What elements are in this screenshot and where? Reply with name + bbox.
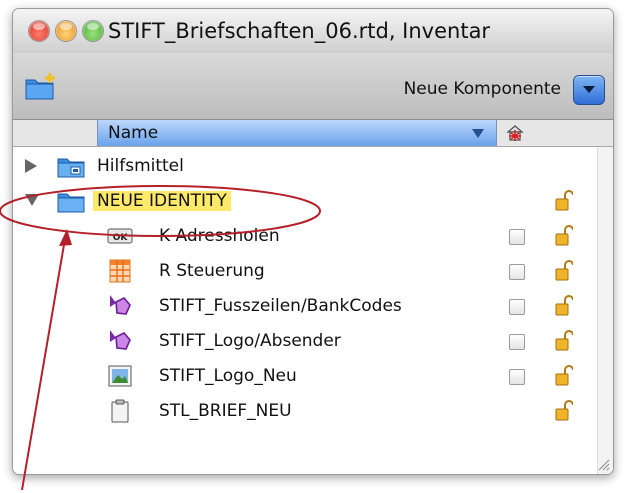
item-label: STIFT_Logo_Neu (159, 366, 297, 386)
minimize-button[interactable] (56, 21, 76, 41)
item-label: Hilfsmittel (97, 156, 184, 176)
toolbar: Neue Komponente (13, 53, 613, 120)
checkbox[interactable] (509, 229, 525, 245)
list-item[interactable]: STIFT_Fusszeilen/BankCodes (13, 289, 613, 324)
column-header: Name (13, 120, 613, 147)
zoom-button[interactable] (83, 21, 103, 41)
inventory-window: STIFT_Briefschaften_06.rtd, Inventar Neu… (12, 8, 614, 475)
sort-descending-icon (472, 129, 484, 138)
unlocked-padlock-icon[interactable] (555, 260, 573, 282)
window-title: STIFT_Briefschaften_06.rtd, Inventar (108, 19, 491, 43)
name-column-label: Name (108, 123, 159, 143)
shape-component-icon (110, 330, 131, 350)
shape-component-icon (110, 295, 131, 315)
new-component-label: Neue Komponente (403, 79, 561, 99)
title-bar[interactable]: STIFT_Briefschaften_06.rtd, Inventar (13, 9, 613, 53)
image-picture-icon (108, 365, 132, 387)
new-folder-button[interactable] (25, 73, 57, 101)
inventory-list: Hilfsmittel NEUE IDENTITY OK K Adresshol… (13, 147, 613, 474)
unlocked-padlock-icon[interactable] (555, 295, 573, 317)
name-column-header[interactable]: Name (97, 120, 497, 146)
checkbox[interactable] (509, 264, 525, 280)
item-label: K Adressholen (159, 226, 280, 246)
close-button[interactable] (29, 21, 49, 41)
disclosure-expanded-icon[interactable] (25, 194, 39, 206)
list-item[interactable]: STIFT_Logo_Neu (13, 359, 613, 394)
unlocked-padlock-icon[interactable] (555, 225, 573, 247)
table-grid-icon (109, 259, 131, 283)
chevron-down-icon (583, 86, 595, 93)
checkbox[interactable] (509, 369, 525, 385)
item-label: STIFT_Fusszeilen/BankCodes (159, 296, 402, 316)
item-label: STL_BRIEF_NEU (159, 401, 292, 421)
ok-badge-text: OK (113, 233, 129, 243)
list-item[interactable]: Hilfsmittel (13, 149, 613, 184)
folder-icon (57, 193, 85, 213)
item-label: STIFT_Logo/Absender (159, 331, 341, 351)
list-item[interactable]: STIFT_Logo/Absender (13, 324, 613, 359)
list-item-selected-folder[interactable]: NEUE IDENTITY (13, 184, 613, 219)
access-column-icon[interactable] (505, 124, 525, 142)
list-item[interactable]: OK K Adressholen (13, 219, 613, 254)
list-item[interactable]: STL_BRIEF_NEU (13, 394, 613, 429)
new-component-popup-button[interactable] (573, 75, 605, 105)
checkbox[interactable] (509, 334, 525, 350)
new-folder-icon (25, 73, 55, 100)
unlocked-padlock-icon[interactable] (555, 190, 573, 212)
clipboard-icon (111, 399, 129, 423)
unlocked-padlock-icon[interactable] (555, 400, 573, 422)
checkbox[interactable] (509, 299, 525, 315)
unlocked-padlock-icon[interactable] (555, 365, 573, 387)
list-item[interactable]: R Steuerung (13, 254, 613, 289)
unlocked-padlock-icon[interactable] (555, 330, 573, 352)
disclosure-collapsed-icon[interactable] (25, 159, 37, 173)
item-label: NEUE IDENTITY (93, 191, 231, 211)
ok-button-icon: OK (107, 228, 133, 244)
resize-grip-icon[interactable] (596, 457, 610, 471)
folder-icon (57, 158, 85, 178)
vertical-scrollbar[interactable] (597, 147, 613, 474)
item-label: R Steuerung (159, 261, 265, 281)
